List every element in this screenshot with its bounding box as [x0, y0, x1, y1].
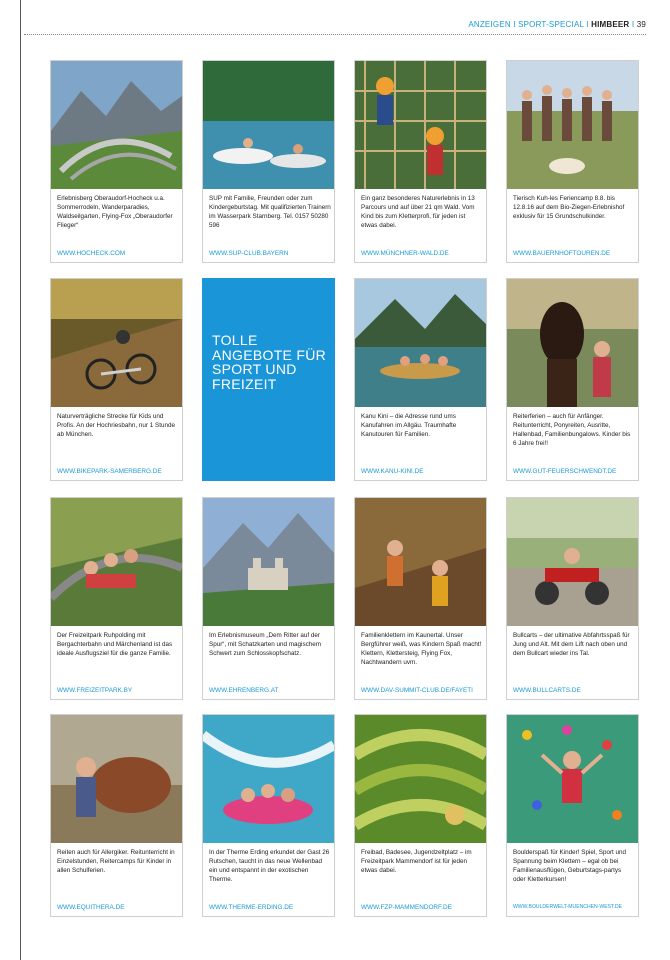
offer-card: Naturverträgliche Strecke für Kids und P… [50, 278, 183, 481]
offer-card: SUP mit Familie, Freunden oder zum Kinde… [202, 60, 335, 263]
offer-link[interactable]: WWW.KANU-KINI.DE [361, 468, 486, 475]
canoe-lake-photo [355, 279, 486, 407]
offer-link[interactable]: WWW.FZP-MAMMENDORF.DE [361, 904, 486, 911]
horse-and-child-photo [507, 279, 638, 407]
offer-card: Im Erlebnismuseum „Dem Ritter auf der Sp… [202, 497, 335, 700]
kids-with-goats-photo [507, 61, 638, 189]
climbing-park-photo [355, 61, 486, 189]
offer-description: In der Therme Erding erkundet der Gast 2… [209, 849, 330, 883]
offer-description: Kanu Kini – die Adresse rund ums Kanufah… [361, 413, 457, 438]
header-topic: SPORT-SPECIAL [518, 20, 584, 29]
offer-card: Erlebnisberg Oberaudorf-Hocheck u.a. Som… [50, 60, 183, 263]
offer-link[interactable]: WWW.THERME-ERDING.DE [209, 904, 334, 911]
offer-description: Freibad, Badesee, Jugendzeltplatz – im F… [361, 849, 472, 874]
offer-link[interactable]: WWW.MÜNCHNER-WALD.DE [361, 250, 486, 257]
offer-card: Kanu Kini – die Adresse rund ums Kanufah… [354, 278, 487, 481]
feature-title: TOLLE ANGEBOTE FÜR SPORT UND FREIZEIT [212, 332, 327, 392]
offer-card: Bullcarts – der ultimative Abfahrtsspaß … [506, 497, 639, 700]
offer-description: Boulderspaß für Kinder! Spiel, Sport und… [513, 849, 627, 883]
offer-link[interactable]: WWW.BAUERNHOFTOUREN.DE [513, 250, 638, 257]
paddle-boats-photo [203, 61, 334, 189]
offer-card: In der Therme Erding erkundet der Gast 2… [202, 714, 335, 917]
offer-card: Ein ganz besonderes Naturerlebnis in 13 … [354, 60, 487, 263]
offer-link[interactable]: WWW.DAV-SUMMIT-CLUB.DE/FAYETI [361, 687, 486, 694]
offer-description: Naturverträgliche Strecke für Kids und P… [57, 413, 175, 438]
mountain-bike-photo [51, 279, 182, 407]
offer-description: Der Freizeitpark Ruhpolding mit Bergacht… [57, 632, 173, 657]
park-landscape-photo [355, 715, 486, 843]
offer-description: Im Erlebnismuseum „Dem Ritter auf der Sp… [209, 632, 321, 657]
offer-description: Familienklettern im Kaunertal. Unser Ber… [361, 632, 482, 666]
roller-coaster-family-photo [51, 498, 182, 626]
child-with-horse-photo [51, 715, 182, 843]
page-edge-line [20, 0, 21, 960]
offer-link[interactable]: WWW.BULLCARTS.DE [513, 687, 638, 694]
offer-card: Boulderspaß für Kinder! Spiel, Sport und… [506, 714, 639, 917]
water-slide-family-photo [203, 715, 334, 843]
offer-description: SUP mit Familie, Freunden oder zum Kinde… [209, 195, 331, 229]
header-separator-1: I [510, 20, 519, 29]
feature-panel: TOLLE ANGEBOTE FÜR SPORT UND FREIZEIT [202, 278, 335, 481]
offer-link[interactable]: WWW.BOULDERWELT-MUENCHEN-WEST.DE [513, 904, 638, 910]
offer-description: Ein ganz besonderes Naturerlebnis in 13 … [361, 195, 475, 229]
offer-card: Familienklettern im Kaunertal. Unser Ber… [354, 497, 487, 700]
offer-description: Tierisch Kuh-les Feriencamp 8.8. bis 12.… [513, 195, 625, 220]
offer-card: Reiten auch für Allergiker. Reitunterric… [50, 714, 183, 917]
offer-link[interactable]: WWW.EHRENBERG.AT [209, 687, 334, 694]
rock-climbing-kids-photo [355, 498, 486, 626]
header-magazine: HIMBEER [591, 20, 630, 29]
offer-card: Freibad, Badesee, Jugendzeltplatz – im F… [354, 714, 487, 917]
offer-description: Reiterferien – auch für Anfänger. Reitun… [513, 413, 631, 447]
offer-description: Erlebnisberg Oberaudorf-Hocheck u.a. Som… [57, 195, 173, 229]
mountain-coaster-photo [51, 61, 182, 189]
page-number: 39 [636, 20, 646, 29]
offer-link[interactable]: WWW.EQUITHERA.DE [57, 904, 182, 911]
bouldering-kid-photo [507, 715, 638, 843]
offer-link[interactable]: WWW.GUT-FEUERSCHWENDT.DE [513, 468, 638, 475]
header-dotted-rule [24, 34, 646, 35]
offer-link[interactable]: WWW.HOCHECK.COM [57, 250, 182, 257]
offer-card: Der Freizeitpark Ruhpolding mit Bergacht… [50, 497, 183, 700]
offer-link[interactable]: WWW.FREIZEITPARK.BY [57, 687, 182, 694]
page-header: ANZEIGEN I SPORT-SPECIAL I HIMBEER I 39 [468, 20, 646, 29]
header-section: ANZEIGEN [468, 20, 511, 29]
bullcarts-photo [507, 498, 638, 626]
offer-card: Tierisch Kuh-les Feriencamp 8.8. bis 12.… [506, 60, 639, 263]
header-separator-3: I [629, 20, 637, 29]
offer-link[interactable]: WWW.BIKEPARK-SAMERBERG.DE [57, 468, 182, 475]
offer-description: Reiten auch für Allergiker. Reitunterric… [57, 849, 175, 874]
offer-card: Reiterferien – auch für Anfänger. Reitun… [506, 278, 639, 481]
offer-description: Bullcarts – der ultimative Abfahrtsspaß … [513, 632, 630, 657]
castle-mountain-photo [203, 498, 334, 626]
offer-link[interactable]: WWW.SUP-CLUB.BAYERN [209, 250, 334, 257]
